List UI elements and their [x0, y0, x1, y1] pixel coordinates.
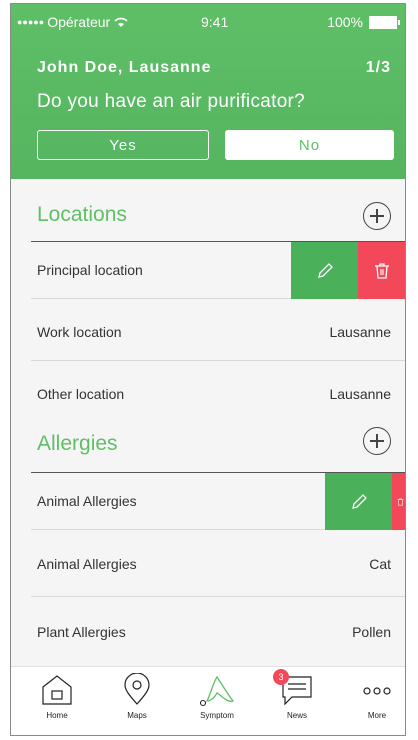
- carrier: ●●●●● Opérateur: [17, 14, 129, 30]
- location-row-principal[interactable]: Principal location: [31, 241, 405, 299]
- row-label: Animal Allergies: [37, 555, 137, 572]
- row-label: Principal location: [37, 262, 143, 278]
- allergy-row-animal-cat[interactable]: Animal Allergies Cat: [31, 531, 405, 597]
- tab-home[interactable]: Home: [27, 673, 87, 720]
- tab-bar: Home Maps Symptom 3 News More: [11, 666, 405, 735]
- edit-button[interactable]: [291, 242, 358, 299]
- pencil-icon: [317, 262, 333, 278]
- tab-label: Maps: [127, 711, 147, 720]
- carrier-name: Opérateur: [47, 14, 111, 30]
- tab-maps[interactable]: Maps: [107, 673, 167, 720]
- map-pin-icon: [124, 673, 150, 705]
- row-label: Plant Allergies: [37, 624, 126, 640]
- clock: 9:41: [201, 14, 229, 30]
- tab-news[interactable]: 3 News: [267, 669, 327, 720]
- location-row-work[interactable]: Work location Lausanne: [31, 303, 405, 361]
- battery-percent: 100%: [327, 14, 363, 30]
- phone-frame: ●●●●● Opérateur 9:41 100% John Doe, Laus…: [10, 3, 406, 736]
- no-button[interactable]: No: [225, 130, 394, 160]
- news-badge: 3: [273, 669, 289, 685]
- add-location-button[interactable]: [363, 202, 391, 230]
- tab-label: Symptom: [200, 711, 234, 720]
- delete-button[interactable]: [358, 242, 405, 299]
- tab-label: News: [286, 711, 307, 720]
- row-value: Pollen: [352, 624, 391, 640]
- tab-more[interactable]: More: [347, 673, 405, 720]
- tab-symptom[interactable]: Symptom: [187, 673, 247, 720]
- status-bar: ●●●●● Opérateur 9:41 100%: [11, 14, 405, 34]
- user-location: John Doe, Lausanne: [37, 59, 212, 76]
- allergy-row-plant[interactable]: Plant Allergies Pollen: [31, 598, 405, 666]
- row-label: Work location: [37, 323, 122, 340]
- signal-icon: ●●●●●: [17, 17, 45, 27]
- tab-label: More: [367, 711, 387, 720]
- row-value: Lausanne: [329, 323, 391, 340]
- delete-button[interactable]: [392, 473, 405, 530]
- header: ●●●●● Opérateur 9:41 100% John Doe, Laus…: [11, 4, 405, 179]
- battery-icon: [369, 15, 400, 29]
- row-value: Lausanne: [329, 386, 391, 402]
- row-value: Cat: [369, 555, 391, 572]
- symptom-icon: [199, 675, 235, 707]
- question-text: Do you have an air purificator?: [37, 91, 306, 112]
- allergies-title: Allergies: [37, 432, 118, 455]
- locations-title: Locations: [37, 203, 127, 226]
- trash-icon: [397, 498, 404, 505]
- home-icon: [42, 675, 72, 705]
- battery: 100%: [327, 14, 400, 30]
- add-allergy-button[interactable]: [363, 427, 391, 455]
- wifi-icon: [114, 17, 128, 27]
- more-icon: [363, 687, 391, 695]
- tab-label: Home: [46, 711, 68, 720]
- allergy-row-animal[interactable]: Animal Allergies: [31, 472, 405, 530]
- row-label: Animal Allergies: [37, 493, 137, 509]
- page-counter: 1/3: [365, 59, 391, 76]
- location-row-other[interactable]: Other location Lausanne: [31, 365, 405, 423]
- pencil-icon: [351, 493, 367, 509]
- yes-button[interactable]: Yes: [37, 130, 209, 160]
- edit-button[interactable]: [325, 473, 392, 530]
- row-label: Other location: [37, 386, 125, 402]
- trash-icon: [374, 262, 389, 279]
